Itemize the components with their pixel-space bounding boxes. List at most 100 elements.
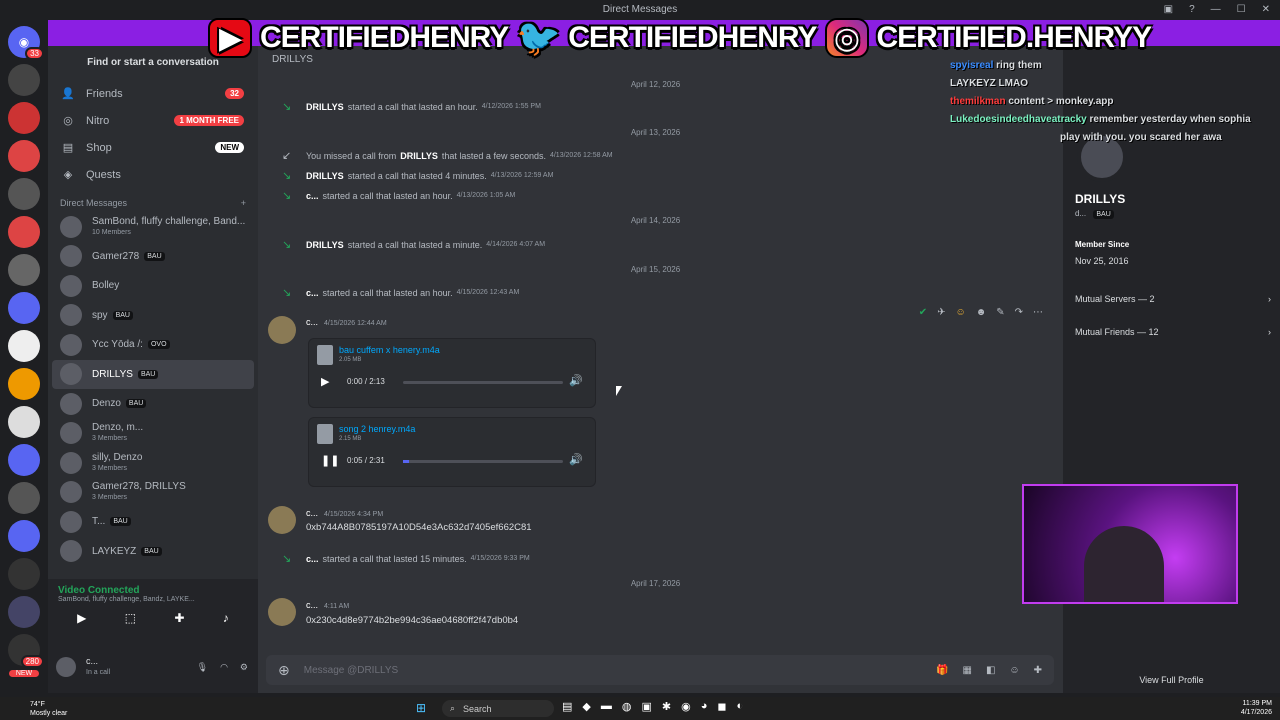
message-author[interactable]: c... — [306, 508, 318, 518]
server-icon[interactable] — [8, 482, 40, 514]
server-icon[interactable]: 280 — [8, 634, 44, 668]
dm-item[interactable]: Ycc Yōda /: OVO — [48, 330, 258, 360]
activities-icon[interactable]: ✚ — [174, 611, 184, 625]
pause-icon[interactable]: ❚❚ — [321, 454, 339, 467]
microphone-icon[interactable]: 🎙 — [197, 662, 208, 673]
avatar[interactable] — [56, 657, 76, 677]
help-icon[interactable]: ? — [1189, 0, 1195, 20]
discord-icon[interactable]: ◕ — [701, 700, 708, 713]
server-icon[interactable] — [8, 140, 40, 172]
add-reaction-icon[interactable]: ☻ — [976, 307, 987, 318]
server-icon[interactable] — [8, 102, 40, 134]
dm-item-active[interactable]: DRILLYS BAU — [52, 359, 254, 389]
file-explorer-icon[interactable]: ▤ — [562, 700, 572, 713]
message-input[interactable]: ⊕ Message @DRILLYS 🎁 ▦ ◧ ☺ ✚ — [266, 655, 1054, 685]
check-reaction-icon[interactable]: ✔ — [919, 307, 927, 318]
mutual-friends[interactable]: Mutual Friends — 12 › — [1075, 327, 1271, 337]
server-icon[interactable] — [8, 64, 40, 96]
call-user[interactable]: DRILLYS — [306, 240, 344, 250]
chrome-icon[interactable]: ◉ — [681, 700, 691, 713]
dm-item[interactable]: Bolley — [48, 271, 258, 301]
home-server-icon[interactable]: ◉ 33 — [8, 26, 44, 60]
avatar[interactable] — [268, 316, 296, 344]
server-icon[interactable] — [8, 368, 40, 400]
apps-icon[interactable]: ✚ — [1034, 665, 1042, 676]
sticker-icon[interactable]: ◧ — [986, 665, 995, 676]
volume-icon[interactable]: 🔊 — [569, 374, 583, 387]
dm-item[interactable]: LAYKEYZ BAU — [48, 537, 258, 567]
app-icon[interactable]: ✱ — [662, 700, 671, 713]
soundboard-icon[interactable]: ♪ — [223, 611, 229, 625]
edge-icon[interactable]: ◍ — [622, 700, 632, 713]
headphones-icon[interactable]: ◠ — [220, 662, 228, 673]
dm-item[interactable]: spy BAU — [48, 301, 258, 331]
call-user[interactable]: DRILLYS — [306, 171, 344, 181]
message-author[interactable]: c... — [306, 600, 318, 610]
audio-progress[interactable] — [403, 381, 563, 384]
gear-icon[interactable]: ⚙ — [240, 662, 248, 673]
inbox-icon[interactable]: ▣ — [1164, 0, 1173, 20]
call-user[interactable]: DRILLYS — [306, 102, 344, 112]
store-icon[interactable]: ▣ — [641, 700, 651, 713]
nav-nitro[interactable]: ◎ Nitro 1 MONTH FREE — [48, 107, 258, 134]
server-icon[interactable] — [8, 444, 40, 476]
nav-friends[interactable]: 👤 Friends 32 — [48, 80, 258, 107]
weather-widget[interactable]: 74°F Mostly clear — [30, 700, 67, 718]
more-icon[interactable]: ⋯ — [1033, 307, 1043, 318]
dm-item[interactable]: Gamer278 BAU — [48, 242, 258, 272]
play-icon[interactable]: ▶ — [321, 375, 329, 388]
screen-share-icon[interactable]: ⬚ — [125, 611, 136, 625]
server-icon[interactable] — [8, 558, 40, 590]
audio-progress[interactable] — [403, 460, 563, 463]
server-icon[interactable] — [8, 178, 40, 210]
message-author[interactable]: c... — [306, 317, 318, 327]
avatar[interactable] — [268, 506, 296, 534]
app-icon[interactable]: ◆ — [582, 700, 590, 713]
server-icon[interactable] — [8, 596, 40, 628]
emoji-icon[interactable]: ☺ — [1009, 665, 1019, 676]
dm-item[interactable]: Denzo, m... 3 Members — [48, 419, 258, 449]
voice-channel[interactable]: SamBond, fluffy challenge, Bandz, LAYKE.… — [58, 596, 248, 603]
emoji-reaction-icon[interactable]: ☺ — [955, 307, 965, 318]
nav-quests[interactable]: ◈ Quests — [48, 161, 258, 188]
app-icon[interactable]: ◼ — [717, 700, 726, 713]
server-icon[interactable] — [8, 330, 40, 362]
gift-icon[interactable]: 🎁 — [936, 665, 948, 676]
call-user[interactable]: c... — [306, 191, 319, 201]
mutual-servers[interactable]: Mutual Servers — 2 › — [1075, 294, 1271, 304]
call-user[interactable]: c... — [306, 554, 319, 564]
view-full-profile-button[interactable]: View Full Profile — [1063, 675, 1280, 685]
server-icon[interactable] — [8, 216, 40, 248]
steam-icon[interactable]: ◐ — [737, 700, 744, 713]
audio-filename[interactable]: song 2 henrey.m4a — [339, 424, 415, 434]
dm-item[interactable]: SamBond, fluffy challenge, Band... 10 Mem… — [48, 212, 258, 242]
call-user[interactable]: DRILLYS — [400, 151, 438, 161]
server-icon[interactable] — [8, 520, 40, 552]
dm-item[interactable]: silly, Denzo 3 Members — [48, 448, 258, 478]
gif-icon[interactable]: ▦ — [962, 665, 971, 676]
taskbar-search[interactable]: ⌕ Search — [442, 700, 554, 717]
folder-icon[interactable]: ▬ — [601, 700, 612, 713]
avatar[interactable] — [268, 598, 296, 626]
forward-icon[interactable]: ↷ — [1015, 307, 1023, 318]
server-icon[interactable] — [8, 406, 40, 438]
server-icon[interactable] — [8, 254, 40, 286]
maximize-button[interactable]: ☐ — [1237, 0, 1246, 20]
create-dm-button[interactable]: + — [241, 198, 246, 208]
windows-start-icon[interactable]: ⊞ — [416, 701, 426, 715]
rocket-reaction-icon[interactable]: ✈ — [937, 307, 945, 318]
attach-plus-icon[interactable]: ⊕ — [278, 662, 290, 679]
dm-item[interactable]: T... BAU — [48, 507, 258, 537]
camera-icon[interactable]: ▶ — [77, 611, 86, 625]
call-user[interactable]: c... — [306, 288, 319, 298]
close-button[interactable]: ✕ — [1262, 0, 1270, 20]
nav-shop[interactable]: ▤ Shop NEW — [48, 134, 258, 161]
audio-filename[interactable]: bau cuffem x henery.m4a — [339, 345, 440, 355]
edit-icon[interactable]: ✎ — [996, 307, 1004, 318]
minimize-button[interactable]: — — [1211, 0, 1221, 20]
dm-item[interactable]: Gamer278, DRILLYS 3 Members — [48, 478, 258, 508]
dm-item[interactable]: Denzo BAU — [48, 389, 258, 419]
server-icon[interactable] — [8, 292, 40, 324]
system-clock[interactable]: 11:39 PM 4/17/2026 — [1241, 699, 1272, 717]
volume-icon[interactable]: 🔊 — [569, 453, 583, 466]
